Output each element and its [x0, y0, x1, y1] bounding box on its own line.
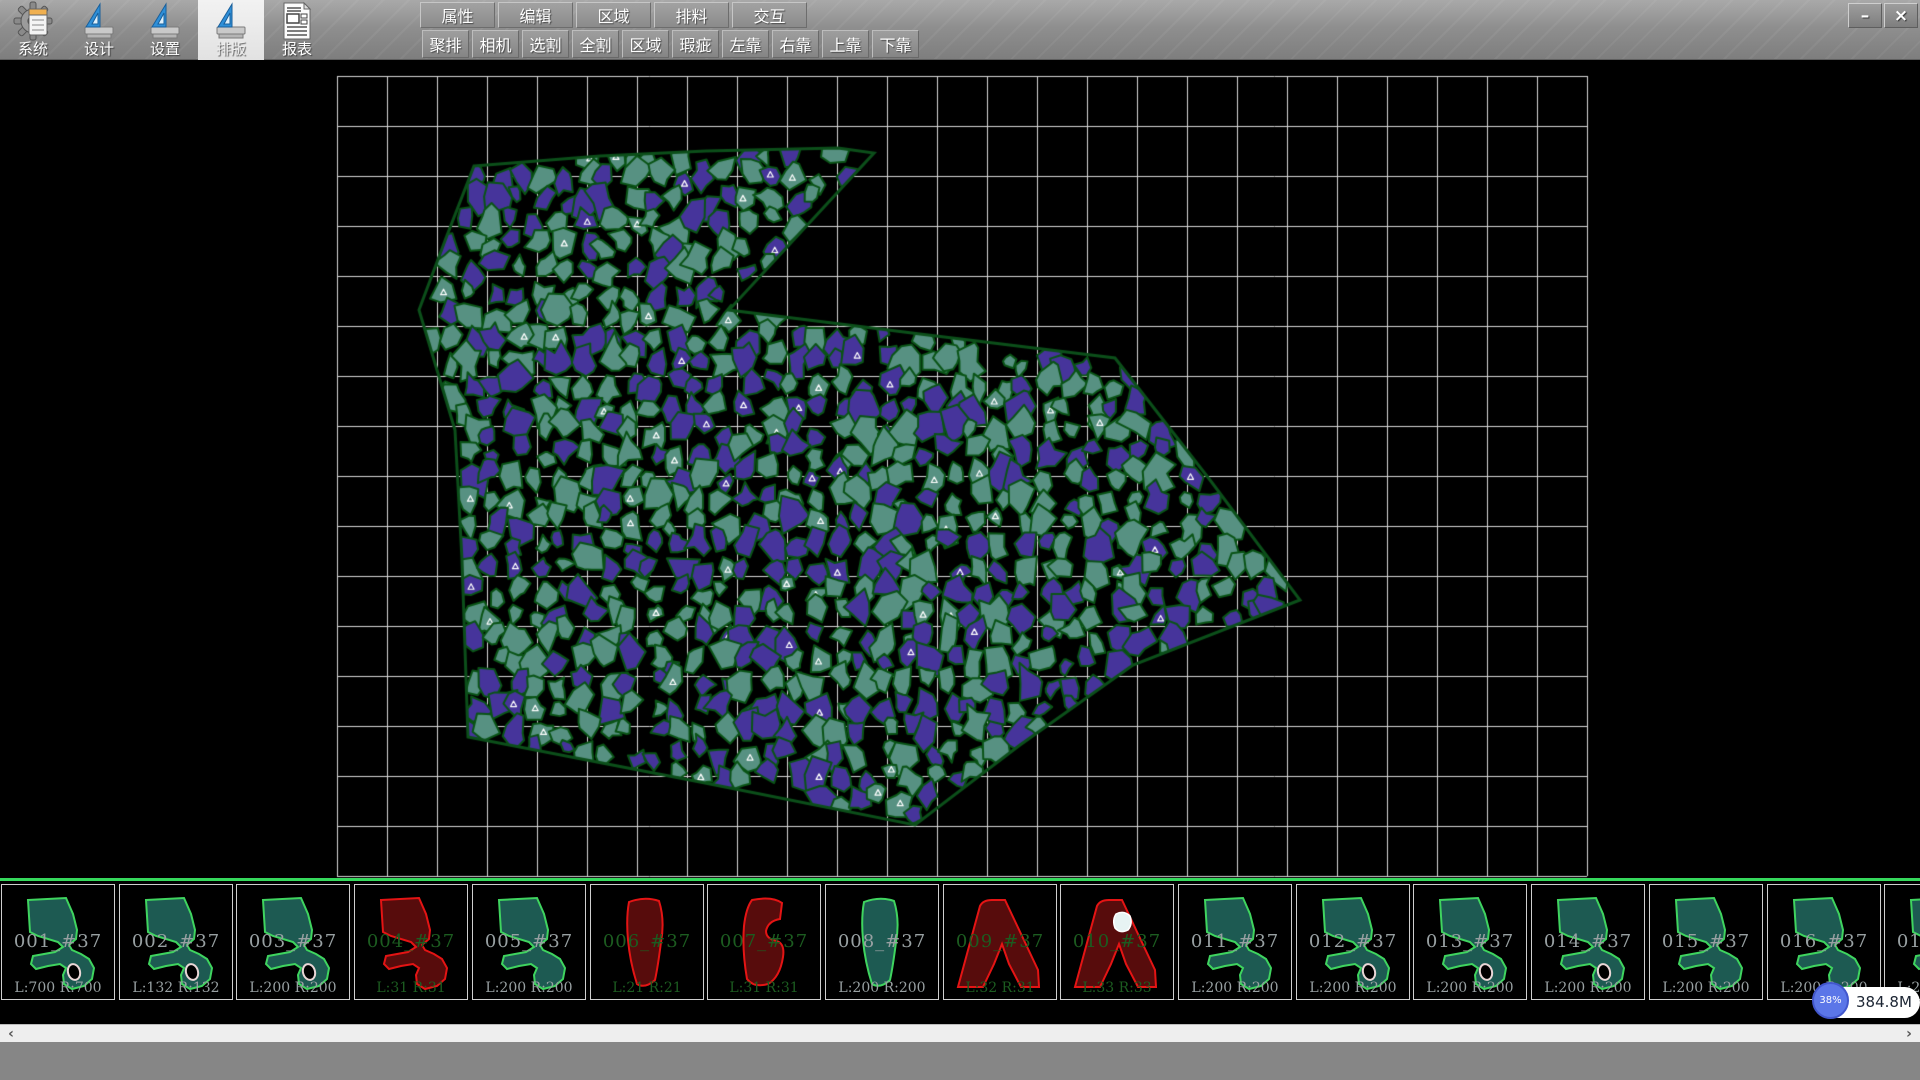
app-button-label: 排版	[216, 41, 246, 58]
piece-name: 017_#37	[1885, 931, 1920, 952]
piece-thumb-017_#37[interactable]: 017_#37 L:200 R:200	[1884, 884, 1920, 1000]
piece-lr-count: L:200 R:200	[473, 980, 585, 996]
piece-thumb-014_#37[interactable]: 014_#37 L:200 R:200	[1531, 884, 1645, 1000]
app-button-label: 设置	[150, 41, 180, 58]
tool-button-下靠[interactable]: 下靠	[872, 30, 919, 58]
menu-tab-交互[interactable]: 交互	[732, 2, 807, 28]
piece-thumb-010_#37[interactable]: 010_#37 L:33 R:33	[1060, 884, 1174, 1000]
piece-name: 016_#37	[1768, 931, 1880, 952]
piece-name: 015_#37	[1650, 931, 1762, 952]
piece-name: 013_#37	[1414, 931, 1526, 952]
progress-badge: 38%	[1812, 982, 1849, 1019]
piece-thumb-009_#37[interactable]: 009_#37 L:32 R:31	[943, 884, 1057, 1000]
scroll-left-arrow-icon[interactable]: ‹	[0, 1025, 22, 1043]
app-button-系统[interactable]: 系统	[0, 0, 66, 60]
piece-lr-count: L:200 R:200	[1650, 980, 1762, 996]
tool-button-全割[interactable]: 全割	[572, 30, 619, 58]
piece-name: 009_#37	[944, 931, 1056, 952]
ruler-icon	[145, 1, 185, 41]
piece-lr-count: L:132 R:132	[120, 980, 232, 996]
piece-name: 006_#37	[591, 931, 703, 952]
window-controls: – ×	[1848, 3, 1918, 28]
ruler-icon	[211, 1, 251, 41]
report-icon	[277, 1, 317, 41]
piece-thumb-003_#37[interactable]: 003_#37 L:200 R:200	[236, 884, 350, 1000]
app-button-排版[interactable]: 排版	[198, 0, 264, 60]
horizontal-scrollbar[interactable]: ‹ ›	[0, 1024, 1920, 1042]
progress-percent: 38%	[1819, 995, 1841, 1006]
piece-name: 012_#37	[1297, 931, 1409, 952]
piece-thumb-007_#37[interactable]: 007_#37 L:31 R:31	[707, 884, 821, 1000]
app-button-报表[interactable]: 报表	[264, 0, 330, 60]
piece-lr-count: L:32 R:31	[944, 980, 1056, 996]
piece-lr-count: L:31 R:31	[708, 980, 820, 996]
close-button[interactable]: ×	[1884, 3, 1918, 28]
minimize-button[interactable]: –	[1848, 3, 1882, 28]
piece-thumb-015_#37[interactable]: 015_#37 L:200 R:200	[1649, 884, 1763, 1000]
piece-name: 008_#37	[826, 931, 938, 952]
ruler-icon	[79, 1, 119, 41]
piece-name: 003_#37	[237, 931, 349, 952]
nesting-canvas[interactable]	[0, 60, 1920, 878]
tool-button-上靠[interactable]: 上靠	[822, 30, 869, 58]
piece-name: 014_#37	[1532, 931, 1644, 952]
tool-button-选割[interactable]: 选割	[522, 30, 569, 58]
app-button-设置[interactable]: 设置	[132, 0, 198, 60]
piece-name: 010_#37	[1061, 931, 1173, 952]
piece-thumb-012_#37[interactable]: 012_#37 L:200 R:200	[1296, 884, 1410, 1000]
piece-thumb-002_#37[interactable]: 002_#37 L:132 R:132	[119, 884, 233, 1000]
gear-icon	[13, 1, 53, 41]
application-window: 系统 设计 设置 排版	[0, 0, 1920, 1080]
tool-button-相机[interactable]: 相机	[472, 30, 519, 58]
piece-thumb-011_#37[interactable]: 011_#37 L:200 R:200	[1178, 884, 1292, 1000]
tool-button-右靠[interactable]: 右靠	[772, 30, 819, 58]
memory-value: 384.8M	[1856, 993, 1912, 1011]
menu-tab-属性[interactable]: 属性	[420, 2, 495, 28]
piece-thumb-013_#37[interactable]: 013_#37 L:200 R:200	[1413, 884, 1527, 1000]
piece-name: 007_#37	[708, 931, 820, 952]
piece-lr-count: L:21 R:21	[591, 980, 703, 996]
piece-lr-count: L:33 R:33	[1061, 980, 1173, 996]
piece-lr-count: L:31 R:31	[355, 980, 467, 996]
piece-thumb-005_#37[interactable]: 005_#37 L:200 R:200	[472, 884, 586, 1000]
app-button-label: 报表	[282, 41, 312, 58]
menu-tab-row: 属性编辑区域排料交互	[420, 2, 807, 28]
piece-lr-count: L:200 R:200	[1297, 980, 1409, 996]
piece-thumbnail-strip: 001_#37 L:700 R:700 002_#37 L:132 R:132 …	[0, 881, 1920, 1024]
tool-button-区域[interactable]: 区域	[622, 30, 669, 58]
menu-tab-排料[interactable]: 排料	[654, 2, 729, 28]
piece-name: 011_#37	[1179, 931, 1291, 952]
piece-thumb-008_#37[interactable]: 008_#37 L:200 R:200	[825, 884, 939, 1000]
toolbar: 系统 设计 设置 排版	[0, 0, 1920, 60]
piece-lr-count: L:200 R:200	[237, 980, 349, 996]
piece-thumb-006_#37[interactable]: 006_#37 L:21 R:21	[590, 884, 704, 1000]
piece-thumb-004_#37[interactable]: 004_#37 L:31 R:31	[354, 884, 468, 1000]
scroll-right-arrow-icon[interactable]: ›	[1898, 1025, 1920, 1043]
app-button-设计[interactable]: 设计	[66, 0, 132, 60]
piece-name: 001_#37	[2, 931, 114, 952]
tool-button-瑕疵[interactable]: 瑕疵	[672, 30, 719, 58]
app-button-label: 设计	[84, 41, 114, 58]
piece-lr-count: L:200 R:200	[826, 980, 938, 996]
piece-lr-count: L:200 R:200	[1179, 980, 1291, 996]
status-bar	[0, 1042, 1920, 1080]
piece-name: 004_#37	[355, 931, 467, 952]
tool-button-左靠[interactable]: 左靠	[722, 30, 769, 58]
app-button-label: 系统	[18, 41, 48, 58]
piece-thumb-001_#37[interactable]: 001_#37 L:700 R:700	[1, 884, 115, 1000]
tool-button-聚排[interactable]: 聚排	[422, 30, 469, 58]
piece-lr-count: L:200 R:200	[1414, 980, 1526, 996]
piece-name: 002_#37	[120, 931, 232, 952]
menu-tab-编辑[interactable]: 编辑	[498, 2, 573, 28]
app-button-group: 系统 设计 设置 排版	[0, 0, 330, 60]
piece-name: 005_#37	[473, 931, 585, 952]
tool-button-row: 聚排相机选割全割区域瑕疵左靠右靠上靠下靠	[422, 30, 919, 58]
piece-lr-count: L:700 R:700	[2, 980, 114, 996]
piece-lr-count: L:200 R:200	[1532, 980, 1644, 996]
menu-tab-区域[interactable]: 区域	[576, 2, 651, 28]
